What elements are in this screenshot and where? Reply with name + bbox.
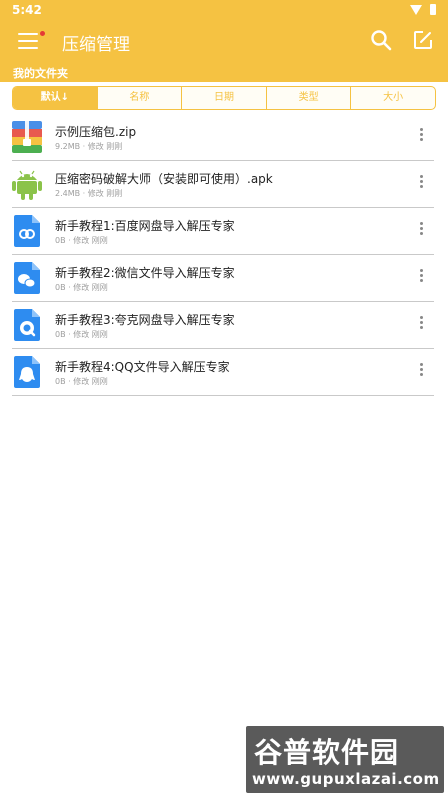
file-meta: 0B · 修改 刚刚 bbox=[55, 330, 108, 339]
file-item-tutorial-4[interactable]: 新手教程4:QQ文件导入解压专家 0B · 修改 刚刚 bbox=[12, 349, 434, 396]
battery-icon bbox=[430, 4, 436, 15]
app-bar: 压缩管理 bbox=[0, 20, 448, 62]
edit-icon bbox=[414, 31, 432, 49]
edit-button[interactable] bbox=[412, 29, 434, 51]
file-meta: 2.4MB · 修改 刚刚 bbox=[55, 189, 123, 198]
sort-tab-size[interactable]: 大小 bbox=[351, 87, 435, 109]
sort-tab-name[interactable]: 名称 bbox=[98, 87, 183, 109]
status-time: 5:42 bbox=[12, 3, 42, 17]
file-name: 新手教程3:夸克网盘导入解压专家 bbox=[55, 313, 235, 327]
more-options-button[interactable] bbox=[412, 314, 430, 336]
file-name: 示例压缩包.zip bbox=[55, 125, 137, 139]
file-meta: 0B · 修改 刚刚 bbox=[55, 236, 108, 245]
section-header: 我的文件夹 bbox=[0, 62, 448, 82]
wechat-doc-icon bbox=[14, 262, 40, 294]
sort-tab-date[interactable]: 日期 bbox=[182, 87, 267, 109]
file-name: 新手教程4:QQ文件导入解压专家 bbox=[55, 360, 230, 374]
menu-icon bbox=[18, 33, 38, 35]
zip-archive-icon bbox=[12, 121, 42, 153]
more-options-button[interactable] bbox=[412, 126, 430, 148]
status-icons bbox=[410, 4, 436, 15]
file-list: 示例压缩包.zip 9.2MB · 修改 刚刚 压缩密码破解大师（安装即可使用）… bbox=[12, 114, 434, 396]
quark-doc-icon bbox=[14, 309, 40, 341]
wifi-icon bbox=[410, 4, 422, 15]
file-item-tutorial-1[interactable]: 新手教程1:百度网盘导入解压专家 0B · 修改 刚刚 bbox=[12, 208, 434, 255]
sort-tab-default[interactable]: 默认↓ bbox=[13, 87, 98, 109]
sort-tab-type[interactable]: 类型 bbox=[267, 87, 352, 109]
watermark-logo: 谷普软件园 www.gupuxlazai.com bbox=[246, 726, 444, 793]
page-title: 压缩管理 bbox=[62, 35, 130, 55]
file-item-tutorial-3[interactable]: 新手教程3:夸克网盘导入解压专家 0B · 修改 刚刚 bbox=[12, 302, 434, 349]
more-options-button[interactable] bbox=[412, 361, 430, 383]
notification-dot-icon bbox=[40, 31, 45, 36]
file-name: 压缩密码破解大师（安装即可使用）.apk bbox=[55, 172, 273, 186]
baidu-netdisk-doc-icon bbox=[14, 215, 40, 247]
qq-doc-icon bbox=[14, 356, 40, 388]
file-name: 新手教程1:百度网盘导入解压专家 bbox=[55, 219, 235, 233]
file-meta: 0B · 修改 刚刚 bbox=[55, 377, 108, 386]
status-bar: 5:42 bbox=[0, 0, 448, 20]
more-options-button[interactable] bbox=[412, 173, 430, 195]
folder-title: 我的文件夹 bbox=[13, 67, 68, 80]
watermark-url: www.gupuxlazai.com bbox=[252, 770, 440, 788]
file-meta: 9.2MB · 修改 刚刚 bbox=[55, 142, 123, 151]
more-options-button[interactable] bbox=[412, 220, 430, 242]
search-button[interactable] bbox=[370, 29, 392, 51]
sort-bar: 默认↓ 名称 日期 类型 大小 bbox=[12, 86, 436, 110]
android-icon bbox=[12, 170, 42, 200]
more-options-button[interactable] bbox=[412, 267, 430, 289]
watermark-title: 谷普软件园 bbox=[254, 736, 400, 769]
file-item-apk[interactable]: 压缩密码破解大师（安装即可使用）.apk 2.4MB · 修改 刚刚 bbox=[12, 161, 434, 208]
file-meta: 0B · 修改 刚刚 bbox=[55, 283, 108, 292]
menu-button[interactable] bbox=[16, 28, 45, 54]
search-icon bbox=[371, 30, 392, 51]
file-item-zip[interactable]: 示例压缩包.zip 9.2MB · 修改 刚刚 bbox=[12, 114, 434, 161]
file-name: 新手教程2:微信文件导入解压专家 bbox=[55, 266, 235, 280]
file-item-tutorial-2[interactable]: 新手教程2:微信文件导入解压专家 0B · 修改 刚刚 bbox=[12, 255, 434, 302]
